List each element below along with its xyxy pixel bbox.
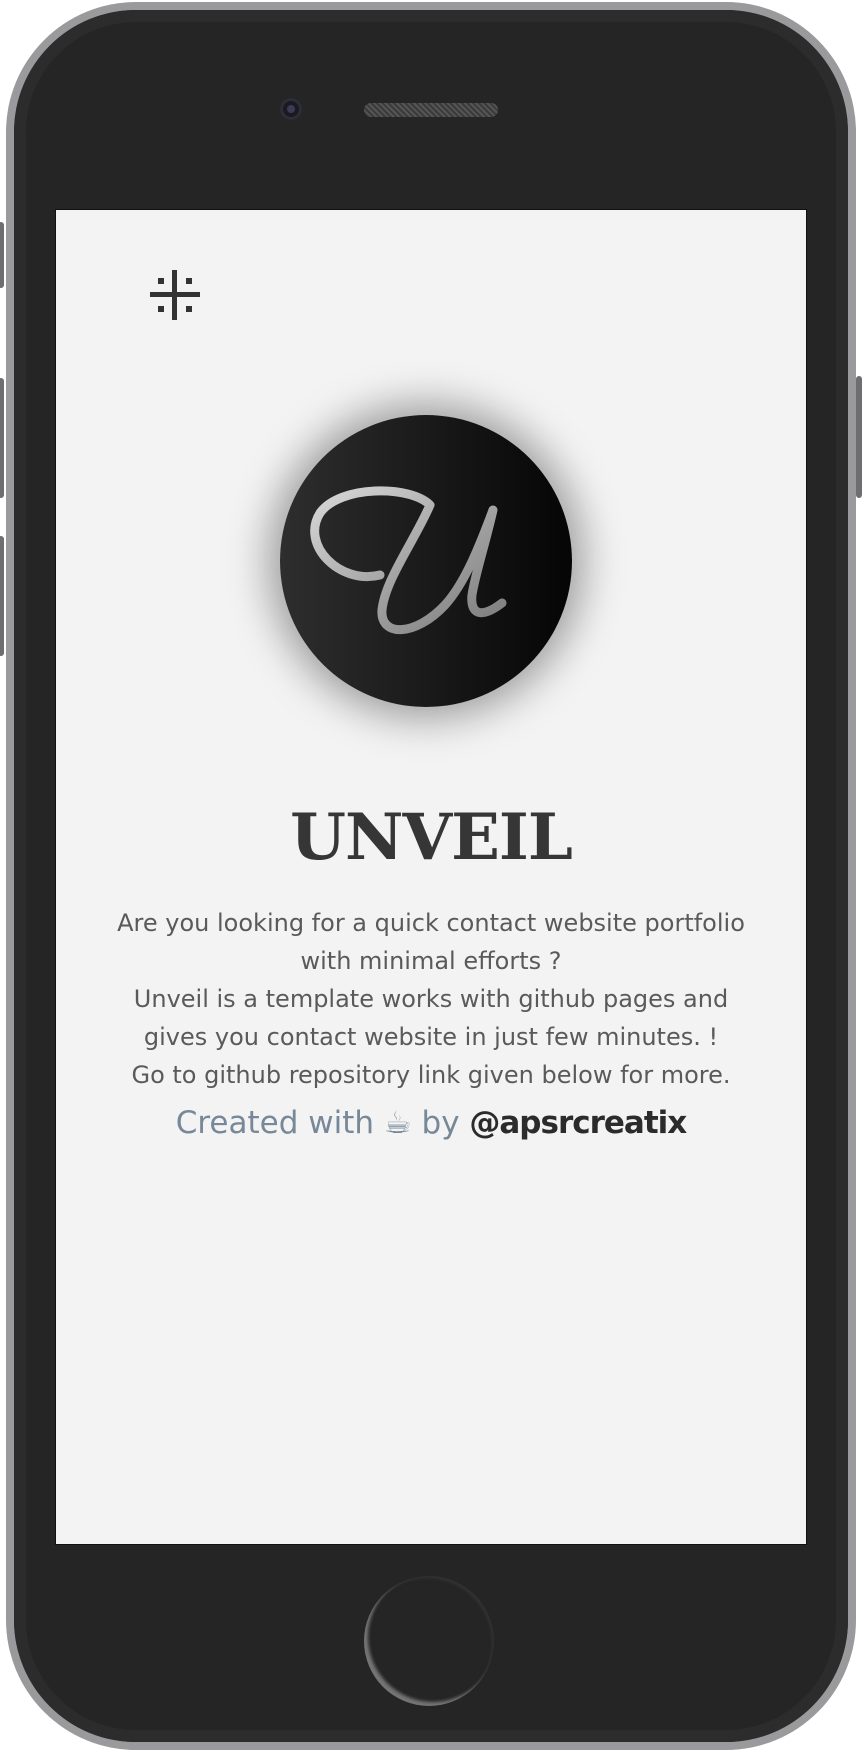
hash-grid-icon[interactable] xyxy=(150,270,200,320)
description-line: Are you looking for a quick contact webs… xyxy=(117,909,745,937)
script-u-logo: U xyxy=(280,415,572,707)
volume-up-button xyxy=(0,378,4,498)
logo-letter-glyph: U xyxy=(310,486,507,635)
description-line: Unveil is a template works with github p… xyxy=(133,985,729,1013)
description-line: gives you contact website in just few mi… xyxy=(143,1023,719,1051)
credit-by: by xyxy=(411,1105,470,1141)
description-line: Go to github repository link given below… xyxy=(131,1061,731,1089)
description: Are you looking for a quick contact webs… xyxy=(96,904,766,1094)
home-button[interactable] xyxy=(364,1576,494,1706)
mute-switch xyxy=(0,222,4,288)
volume-down-button xyxy=(0,536,4,656)
app-screen: U UNVEIL Are you looking for a quick con… xyxy=(55,209,807,1545)
credit-prefix: Created with xyxy=(175,1105,384,1141)
page-title: UNVEIL xyxy=(290,800,573,875)
credit-line: Created with ☕ by @apsrcreatix xyxy=(56,1105,806,1141)
earpiece-speaker xyxy=(364,103,498,117)
description-line: with minimal efforts ? xyxy=(300,947,562,975)
front-camera xyxy=(280,98,302,120)
author-handle-link[interactable]: @apsrcreatix xyxy=(469,1105,687,1141)
coffee-icon: ☕ xyxy=(383,1105,412,1141)
power-button xyxy=(856,376,862,498)
